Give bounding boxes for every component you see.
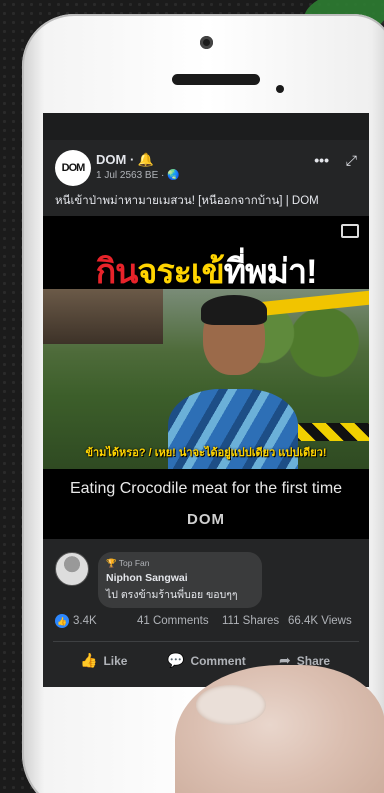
phone-screen: DOM DOM · 🔔 1 Jul 2563 BE · 🌏 ••• ⤢ หนีเ… xyxy=(43,113,369,687)
video-title-part1: กิน xyxy=(95,253,139,291)
follow-bell-icon: · 🔔 xyxy=(126,152,155,167)
video-player[interactable]: กินจระเข้ที่พม่า! ข้ามได้หรอ? / เหย! น่า… xyxy=(43,216,369,539)
comment-icon: 💬 xyxy=(167,652,185,668)
thumbs-up-icon: 👍 xyxy=(80,652,98,668)
cast-icon[interactable] xyxy=(341,224,359,238)
earpiece-speaker xyxy=(172,74,260,85)
dom-logo: DOM xyxy=(187,511,225,528)
expand-icon[interactable]: ⤢ xyxy=(346,152,357,169)
video-title-part2: จระเข้ xyxy=(137,253,224,291)
post-stats: 👍 3.4K 41 Comments 111 Shares 66.4K View… xyxy=(43,609,369,637)
proximity-sensor xyxy=(276,85,284,93)
like-label: Like xyxy=(103,653,128,668)
page-name[interactable]: DOM · 🔔 xyxy=(96,152,154,168)
top-fan-badge: 🏆 Top Fan xyxy=(106,558,150,568)
comment-button[interactable]: 💬 Comment xyxy=(167,652,246,669)
thumb-nail xyxy=(196,685,266,725)
video-subtitle: ข้ามได้หรอ? / เหย! น่าจะได้อยู่แปปเดียว … xyxy=(85,447,327,459)
person-hair xyxy=(201,295,267,325)
comment-label: Comment xyxy=(190,653,246,668)
like-button[interactable]: 👍 Like xyxy=(80,652,127,669)
page-name-text[interactable]: DOM xyxy=(96,152,126,167)
post-header: DOM DOM · 🔔 1 Jul 2563 BE · 🌏 ••• ⤢ xyxy=(43,140,369,186)
likes-count[interactable]: 3.4K xyxy=(73,615,97,627)
video-caption: Eating Crocodile meat for the first time xyxy=(69,480,343,497)
video-title-part3: ที่พม่า! xyxy=(223,253,318,291)
like-reaction-icon: 👍 xyxy=(55,614,69,628)
front-camera xyxy=(200,36,213,49)
hut-scenery xyxy=(43,289,163,344)
shares-count[interactable]: 111 Shares xyxy=(222,615,279,627)
more-options-icon[interactable]: ••• xyxy=(314,152,329,168)
top-comment: 🏆 Top Fan Niphon Sangwai ไป ตรงข้ามร้านพ… xyxy=(43,539,369,609)
post-date: 1 Jul 2563 BE · 🌏 xyxy=(96,170,180,181)
commenter-name[interactable]: Niphon Sangwai xyxy=(106,572,254,584)
video-frame: ข้ามได้หรอ? / เหย! น่าจะได้อยู่แปปเดียว … xyxy=(43,289,369,469)
views-count: 66.4K Views xyxy=(288,615,352,627)
post-text: หนีเข้าป่าพม่าหามายเมสวน! [หนีออกจากบ้าน… xyxy=(55,195,319,207)
comments-count[interactable]: 41 Comments xyxy=(137,615,209,627)
commenter-avatar[interactable] xyxy=(55,552,89,586)
status-bar xyxy=(43,113,369,140)
comment-bubble[interactable]: 🏆 Top Fan Niphon Sangwai ไป ตรงข้ามร้านพ… xyxy=(98,552,262,608)
page-avatar[interactable]: DOM xyxy=(55,150,91,186)
comment-text: ไป ตรงข้ามร้านพี่บอย ขอบๆๆ xyxy=(106,589,238,601)
